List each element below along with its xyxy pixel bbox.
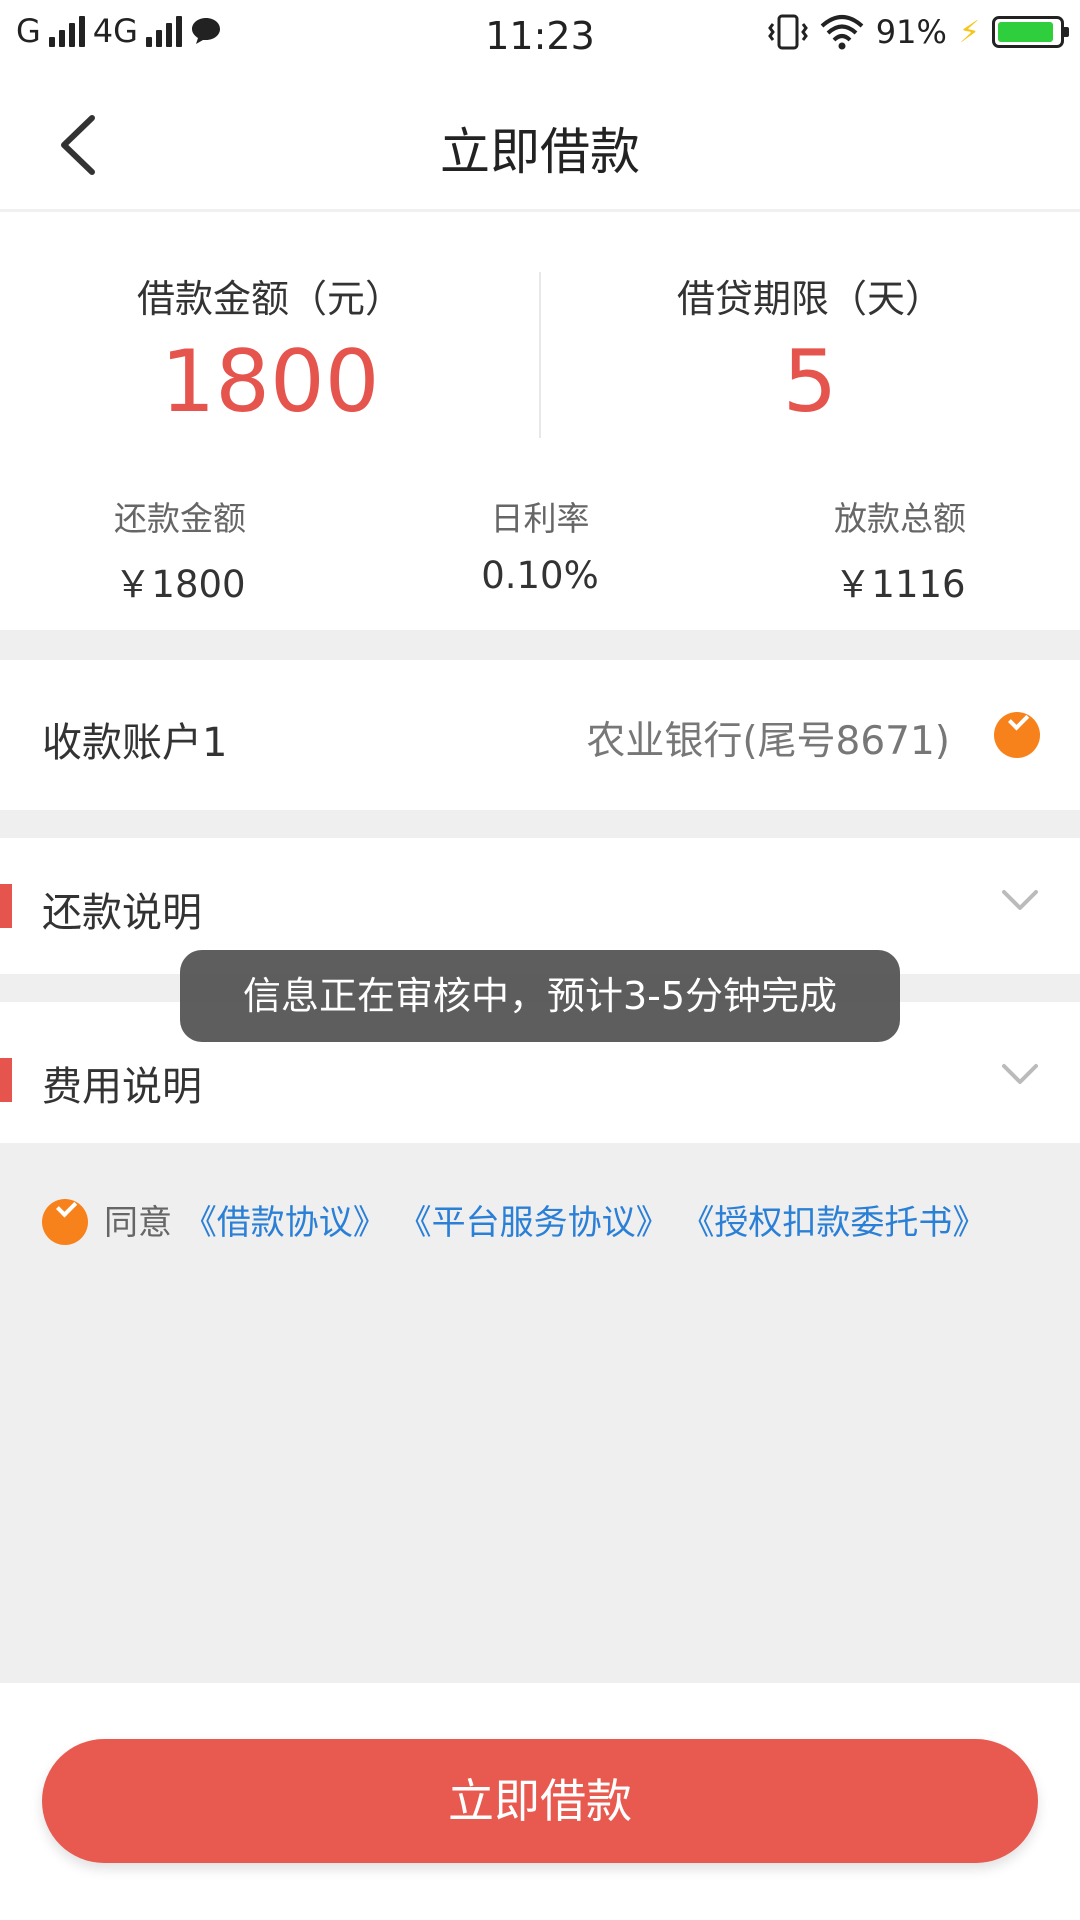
section-marker xyxy=(0,1058,12,1102)
review-toast: 信息正在审核中，预计3-5分钟完成 xyxy=(180,950,900,1042)
disburse-total-label: 放款总额 xyxy=(834,499,966,538)
agree-checkbox-icon[interactable] xyxy=(42,1199,88,1245)
wifi-icon xyxy=(820,15,864,50)
nav-bar: 立即借款 xyxy=(0,76,1080,212)
battery-level xyxy=(998,22,1053,42)
platform-service-link[interactable]: 《平台服务协议》 xyxy=(398,1203,670,1243)
daily-rate-label: 日利率 xyxy=(490,499,590,538)
account-value: 农业银行(尾号8671) xyxy=(586,719,950,764)
page-title: 立即借款 xyxy=(440,123,640,181)
vibrate-icon xyxy=(767,14,808,50)
chevron-down-icon[interactable] xyxy=(1000,1054,1040,1094)
loan-agreement-link[interactable]: 《借款协议》 xyxy=(183,1203,387,1243)
loan-term-value: 5 xyxy=(782,332,838,432)
loan-amount-label: 借款金额（元） xyxy=(136,277,403,321)
loan-term-label: 借贷期限（天） xyxy=(676,277,943,321)
agreement-area: 同意 《借款协议》 《平台服务协议》 《授权扣款委托书》 xyxy=(0,1143,1080,1683)
battery-icon xyxy=(992,16,1069,48)
battery-percent: 91% xyxy=(875,13,947,51)
loan-amount-block: 借款金额（元） 1800 xyxy=(0,268,540,427)
borrow-now-button[interactable]: 立即借款 xyxy=(42,1739,1038,1863)
repay-info-label: 还款说明 xyxy=(42,890,202,936)
section-separator xyxy=(0,810,1080,838)
account-label: 收款账户1 xyxy=(42,720,228,766)
section-marker xyxy=(0,884,12,928)
loan-summary: 借款金额（元） 1800 借贷期限（天） 5 还款金额 ￥1800 日利率 0.… xyxy=(0,212,1080,630)
debit-authorization-link[interactable]: 《授权扣款委托书》 xyxy=(680,1203,986,1243)
section-separator xyxy=(0,630,1080,660)
daily-rate-value: 0.10% xyxy=(481,554,599,597)
repay-amount-label: 还款金额 xyxy=(114,499,246,538)
chevron-down-icon[interactable] xyxy=(1000,880,1040,920)
fee-info-label: 费用说明 xyxy=(42,1064,202,1110)
bottom-bar: 立即借款 xyxy=(0,1683,1080,1920)
loan-amount-value: 1800 xyxy=(160,332,380,432)
loan-term-block: 借贷期限（天） 5 xyxy=(540,268,1080,427)
status-right: 91% ⚡ xyxy=(767,12,1069,52)
agreement-text: 同意 《借款协议》 《平台服务协议》 《授权扣款委托书》 xyxy=(104,1195,986,1244)
daily-rate-stat: 日利率 0.10% xyxy=(390,492,690,597)
charging-icon: ⚡ xyxy=(958,14,980,50)
disburse-total-stat: 放款总额 ￥1116 xyxy=(750,492,1050,608)
repay-amount-value: ￥1800 xyxy=(114,563,246,606)
disburse-total-value: ￥1116 xyxy=(834,563,966,606)
receiving-account-row[interactable]: 收款账户1 农业银行(尾号8671) xyxy=(0,660,1080,810)
agree-prefix: 同意 xyxy=(104,1203,172,1243)
account-check-icon[interactable] xyxy=(994,712,1040,758)
repay-amount-stat: 还款金额 ￥1800 xyxy=(30,492,330,608)
status-bar: G 4G 11:23 91% ⚡ xyxy=(0,0,1080,76)
